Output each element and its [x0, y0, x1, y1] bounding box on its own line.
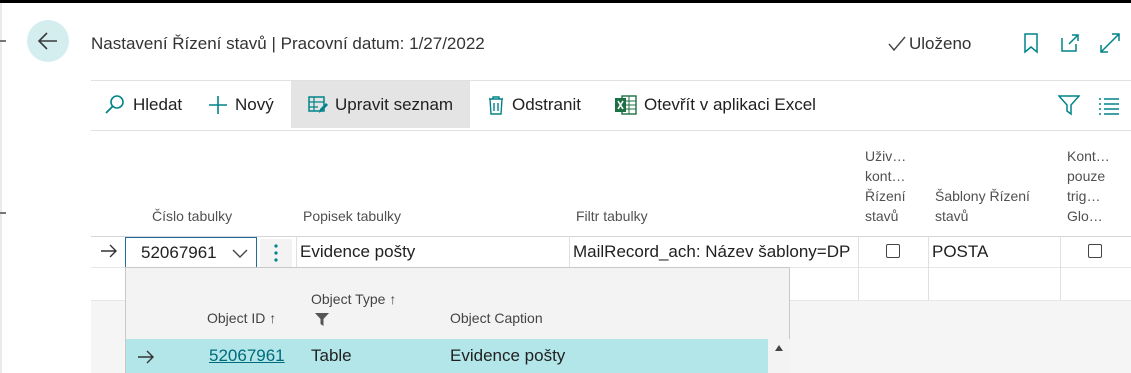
table-filter-cell[interactable]: MailRecord_ach: Název šablony=DP: [573, 242, 850, 262]
row-indicator-arrow-icon: [101, 244, 117, 258]
search-icon: [105, 94, 124, 114]
column-header-table-no[interactable]: Číslo tabulky: [152, 206, 232, 226]
edge-tick: [0, 40, 6, 42]
grid-top-border: [91, 130, 1131, 131]
action-bar: Hledat Nový Upravit seznam Odstranit Ote…: [91, 81, 1131, 128]
edit-list-icon: [308, 95, 328, 113]
chevron-down-icon[interactable]: [232, 246, 248, 260]
lookup-header-object-caption[interactable]: Object Caption: [450, 310, 543, 326]
cell-divider: [296, 236, 297, 269]
saved-label: Uloženo: [909, 34, 972, 53]
sort-arrow: ↑: [269, 310, 277, 326]
page-title: Nastavení Řízení stavů | Pracovní datum:…: [91, 34, 485, 53]
column-header-user-control[interactable]: Uživ… kont… Řízení stavů: [865, 146, 906, 226]
table-no-combobox[interactable]: 52067961: [125, 237, 257, 268]
row-actions-menu[interactable]: [260, 239, 292, 267]
header-line: Glo…: [1067, 208, 1103, 224]
object-lookup-dropdown[interactable]: Object Type ↑ Object ID ↑ Object Caption…: [125, 267, 790, 373]
filter-applied-icon: [315, 313, 329, 326]
lookup-header-object-id[interactable]: Object ID ↑: [207, 310, 276, 326]
header-line: Kont…: [1067, 148, 1110, 164]
lookup-header-object-type[interactable]: Object Type ↑: [311, 291, 396, 307]
object-type-header-label: Object Type: [311, 291, 386, 307]
back-button[interactable]: [27, 20, 69, 62]
save-status: Uloženo: [888, 34, 971, 54]
header-line: trig…: [1067, 188, 1101, 204]
column-header-table-filter[interactable]: Filtr tabulky: [576, 206, 648, 226]
left-edge: [0, 3, 2, 373]
object-type-cell: Table: [311, 346, 352, 365]
delete-label: Odstranit: [512, 94, 581, 114]
excel-icon: [615, 94, 637, 115]
delete-button[interactable]: Odstranit: [487, 81, 581, 128]
search-label: Hledat: [133, 94, 183, 114]
cell-divider: [1060, 236, 1061, 301]
bookmark-icon[interactable]: [1020, 32, 1042, 54]
expand-icon[interactable]: [1099, 32, 1121, 54]
cell-divider: [928, 236, 929, 301]
object-id-link[interactable]: 52067961: [209, 346, 285, 366]
lookup-scrollbar[interactable]: [768, 339, 790, 373]
checkmark-icon: [888, 36, 906, 52]
header-line: stavů: [935, 208, 969, 224]
header-line: kont…: [865, 168, 906, 184]
edge-tick: [0, 212, 6, 214]
search-button[interactable]: Hledat: [104, 81, 182, 128]
table-caption-cell[interactable]: Evidence pošty: [300, 242, 415, 262]
window-top-border: [0, 0, 1131, 3]
arrow-left-icon: [37, 32, 57, 50]
filter-icon[interactable]: [1058, 94, 1080, 116]
column-header-table-caption[interactable]: Popisek tabulky: [303, 206, 401, 226]
scroll-up-icon[interactable]: [775, 345, 783, 351]
templates-cell[interactable]: POSTA: [932, 242, 988, 262]
cell-divider: [858, 236, 859, 301]
edit-list-label: Upravit seznam: [335, 94, 454, 114]
table-no-value: 52067961: [141, 243, 217, 262]
header-line: stavů: [865, 208, 899, 224]
sort-arrow: ↑: [389, 291, 397, 307]
user-control-checkbox[interactable]: [886, 244, 900, 258]
column-header-templates[interactable]: Šablony Řízení stavů: [935, 186, 1030, 226]
lookup-row[interactable]: 52067961 Table Evidence pošty: [126, 339, 768, 373]
header-line: Řízení: [865, 188, 906, 204]
kebab-menu-icon: [274, 244, 278, 262]
trigger-only-checkbox[interactable]: [1088, 244, 1102, 258]
open-new-window-icon[interactable]: [1059, 32, 1081, 54]
edit-list-button[interactable]: Upravit seznam: [291, 81, 471, 128]
open-excel-button[interactable]: Otevřít v aplikaci Excel: [615, 81, 816, 128]
plus-icon: [209, 95, 227, 114]
new-label: Nový: [235, 94, 274, 114]
object-caption-cell: Evidence pošty: [450, 346, 566, 365]
header-line: Uživ…: [865, 148, 907, 164]
new-button[interactable]: Nový: [208, 81, 274, 128]
list-view-icon[interactable]: [1098, 94, 1120, 116]
object-id-header-label: Object ID: [207, 310, 266, 326]
cell-divider: [569, 236, 570, 269]
row-indicator-arrow-icon: [138, 350, 154, 364]
column-header-trigger-only[interactable]: Kont… pouze trig… Glo…: [1067, 146, 1110, 226]
open-excel-label: Otevřít v aplikaci Excel: [644, 94, 816, 114]
header-line: Šablony Řízení: [935, 188, 1030, 204]
header-line: pouze: [1067, 168, 1106, 184]
trash-icon: [489, 95, 503, 115]
